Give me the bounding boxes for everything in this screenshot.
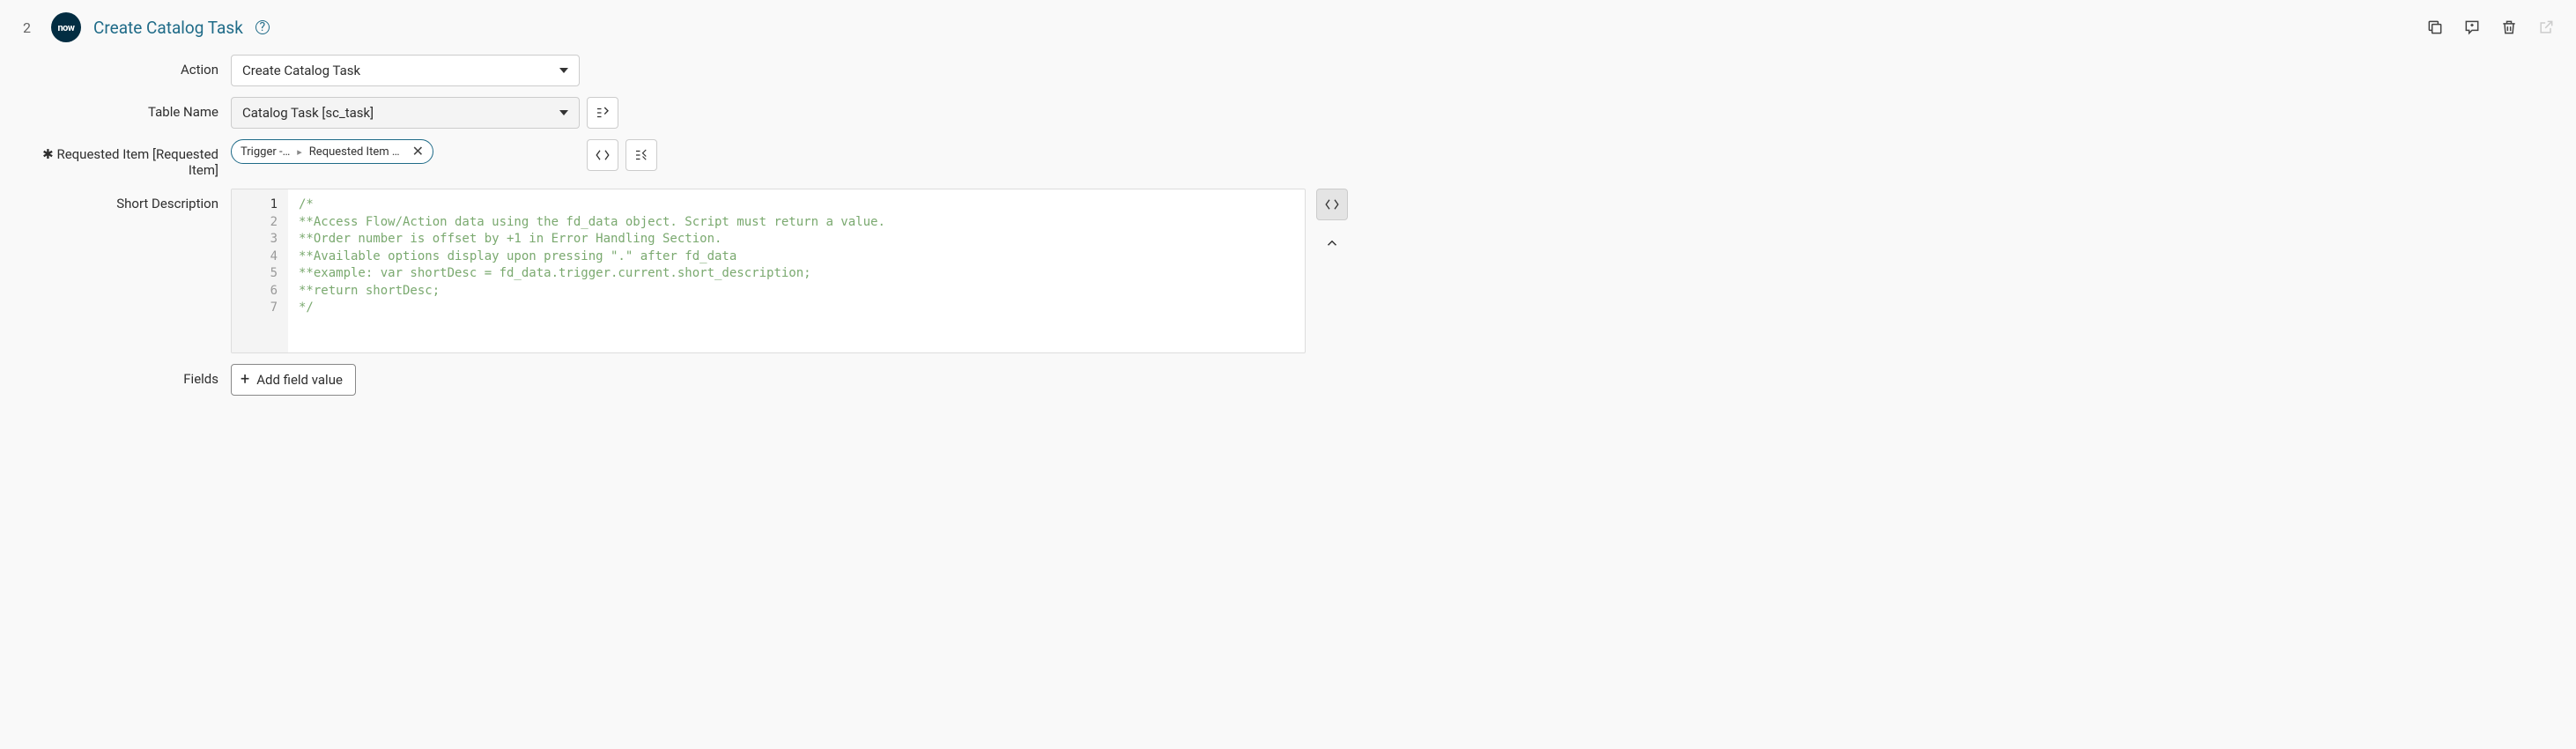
line-gutter: 1234567 xyxy=(232,189,288,352)
data-pill-picker-icon[interactable] xyxy=(625,139,657,171)
step-number: 2 xyxy=(18,19,39,36)
fields-label: Fields xyxy=(18,364,218,387)
caret-right-icon: ▸ xyxy=(297,146,302,158)
copy-icon[interactable] xyxy=(2423,15,2447,40)
pill-segment: Trigger -… xyxy=(241,145,290,159)
add-field-value-button[interactable]: + Add field value xyxy=(231,364,356,396)
script-toggle-icon[interactable] xyxy=(587,139,618,171)
table-name-label: Table Name xyxy=(18,97,218,120)
pill-remove-icon[interactable]: ✕ xyxy=(412,145,424,159)
open-external-icon xyxy=(2534,15,2558,40)
delete-icon[interactable] xyxy=(2497,15,2521,40)
short-description-label: Short Description xyxy=(18,189,218,211)
action-label: Action xyxy=(18,55,218,78)
script-editor[interactable]: 1234567 /* **Access Flow/Action data usi… xyxy=(231,189,1306,353)
plus-icon: + xyxy=(241,372,249,388)
chevron-down-icon xyxy=(559,68,568,73)
data-pill[interactable]: Trigger -… ▸ Requested Item … ✕ xyxy=(231,139,433,164)
code-content[interactable]: /* **Access Flow/Action data using the f… xyxy=(288,189,1305,352)
app-logo: now xyxy=(51,12,81,42)
script-toggle-icon[interactable] xyxy=(1316,189,1348,220)
table-name-select[interactable]: Catalog Task [sc_task] xyxy=(231,97,580,129)
step-header: 2 now Create Catalog Task ? xyxy=(18,7,2558,55)
add-note-icon[interactable] xyxy=(2460,15,2484,40)
help-icon[interactable]: ? xyxy=(255,20,270,34)
action-select[interactable]: Create Catalog Task xyxy=(231,55,580,86)
collapse-icon[interactable] xyxy=(1316,227,1348,259)
pill-segment: Requested Item … xyxy=(309,145,400,159)
requested-item-label: ✱ Requested Item [Requested Item] xyxy=(18,139,218,178)
step-title[interactable]: Create Catalog Task xyxy=(93,18,243,38)
table-reference-icon[interactable] xyxy=(587,97,618,129)
chevron-down-icon xyxy=(559,110,568,115)
